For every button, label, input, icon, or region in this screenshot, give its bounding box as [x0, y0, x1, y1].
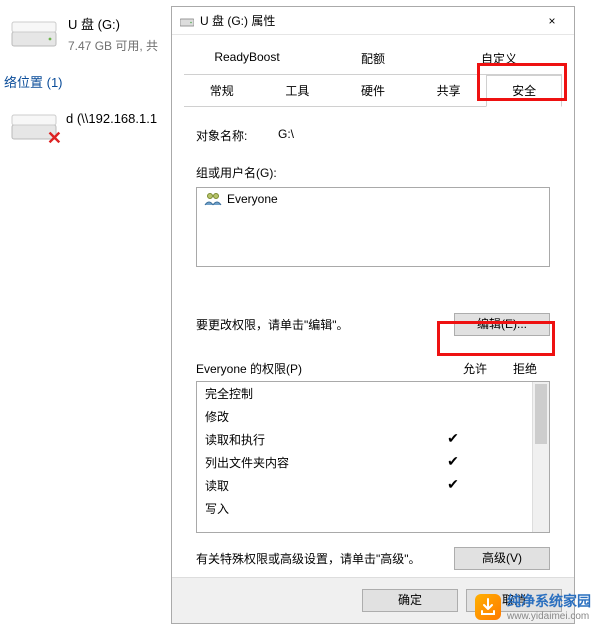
scrollbar-thumb[interactable] [535, 384, 547, 444]
watermark-title: 纯净系统家园 [507, 591, 591, 611]
watermark-url: www.yidaimei.com [507, 611, 591, 622]
network-drive-label: d (\\192.168.1.1 [66, 111, 157, 126]
scrollbar[interactable] [532, 382, 549, 532]
tabstrip: ReadyBoost 配额 自定义 常规 工具 硬件 共享 安全 对象名称: G… [184, 43, 562, 570]
permissions-title: Everyone 的权限(P) [196, 360, 450, 377]
perm-deny-cell [478, 477, 528, 494]
ok-button[interactable]: 确定 [362, 589, 458, 612]
close-icon: × [548, 14, 555, 28]
perm-name: 修改 [201, 408, 428, 425]
tab-security[interactable]: 安全 [486, 75, 562, 107]
perm-row[interactable]: 写入 [197, 497, 532, 520]
drive-icon [10, 18, 58, 50]
properties-dialog: U 盘 (G:) 属性 × ReadyBoost 配额 自定义 常规 工具 硬件… [171, 6, 575, 624]
users-group-icon [203, 192, 223, 206]
perm-allow-cell: ✔ [428, 431, 478, 448]
list-item-label: Everyone [223, 192, 278, 206]
perm-deny-cell [478, 500, 528, 517]
perm-allow-cell: ✔ [428, 454, 478, 471]
object-name-value: G:\ [266, 127, 294, 144]
perm-deny-cell [478, 385, 528, 402]
tab-hardware[interactable]: 硬件 [335, 75, 411, 106]
tab-readyboost[interactable]: ReadyBoost [184, 43, 310, 74]
tab-quota[interactable]: 配额 [310, 43, 436, 74]
drive-mini-icon [180, 15, 194, 27]
perm-allow-cell [428, 385, 478, 402]
perm-allow-header: 允许 [450, 360, 500, 377]
perm-row[interactable]: 修改 [197, 405, 532, 428]
close-button[interactable]: × [530, 7, 574, 35]
perm-name: 写入 [201, 500, 428, 517]
perm-deny-header: 拒绝 [500, 360, 550, 377]
perm-name: 完全控制 [201, 385, 428, 402]
tab-sharing[interactable]: 共享 [411, 75, 487, 106]
perm-deny-cell [478, 408, 528, 425]
drive-sub: 7.47 GB 可用, 共 [68, 33, 158, 54]
drive-name: U 盘 (G:) [68, 14, 158, 33]
users-listbox[interactable]: Everyone [196, 187, 550, 267]
perm-name: 读取 [201, 477, 428, 494]
tab-general[interactable]: 常规 [184, 75, 260, 106]
dialog-title: U 盘 (G:) 属性 [200, 12, 530, 29]
check-icon: ✔ [447, 430, 459, 446]
dialog-titlebar[interactable]: U 盘 (G:) 属性 × [172, 7, 574, 35]
edit-hint: 要更改权限，请单击"编辑"。 [196, 316, 454, 333]
perm-name: 读取和执行 [201, 431, 428, 448]
perm-allow-cell [428, 408, 478, 425]
perm-allow-cell [428, 500, 478, 517]
advanced-hint: 有关特殊权限或高级设置，请单击"高级"。 [196, 550, 454, 567]
list-item[interactable]: Everyone [199, 190, 547, 208]
perm-row[interactable]: 完全控制 [197, 382, 532, 405]
perm-name: 列出文件夹内容 [201, 454, 428, 471]
perm-allow-cell: ✔ [428, 477, 478, 494]
check-icon: ✔ [447, 453, 459, 469]
tab-customize[interactable]: 自定义 [436, 43, 562, 74]
error-x-icon: ✕ [47, 128, 62, 149]
group-users-label: 组或用户名(G): [196, 164, 550, 181]
watermark: 纯净系统家园 www.yidaimei.com [475, 591, 591, 622]
check-icon: ✔ [447, 476, 459, 492]
perm-row[interactable]: 读取 ✔ [197, 474, 532, 497]
object-name-label: 对象名称: [196, 127, 266, 144]
tab-tools[interactable]: 工具 [260, 75, 336, 106]
watermark-logo-icon [475, 594, 501, 620]
permissions-listbox[interactable]: 完全控制修改读取和执行 ✔ 列出文件夹内容 ✔ 读取 ✔ 写入 [196, 381, 550, 533]
network-drive-icon: ✕ [10, 111, 58, 143]
perm-row[interactable]: 列出文件夹内容 ✔ [197, 451, 532, 474]
perm-deny-cell [478, 431, 528, 448]
perm-row[interactable]: 读取和执行 ✔ [197, 428, 532, 451]
advanced-button[interactable]: 高级(V) [454, 547, 550, 570]
edit-button[interactable]: 编辑(E)... [454, 313, 550, 336]
perm-deny-cell [478, 454, 528, 471]
